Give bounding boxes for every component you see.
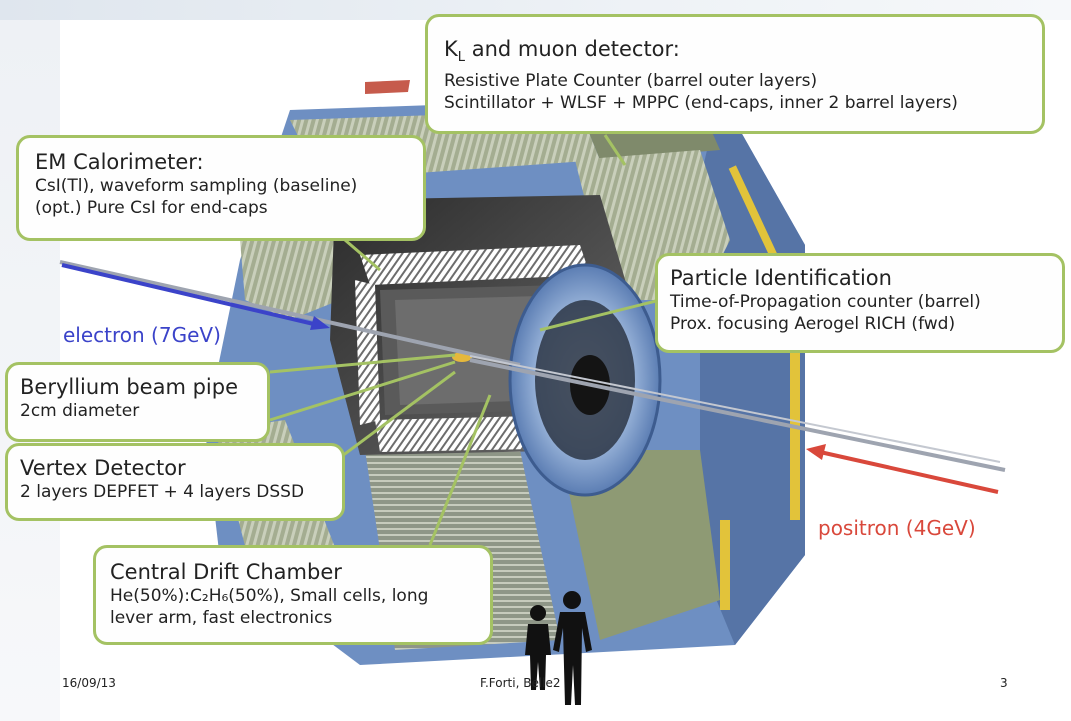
callout-ecl-title: EM Calorimeter:	[35, 150, 204, 174]
callout-cdc-title: Central Drift Chamber	[110, 560, 342, 584]
callout-klm-line-2: Scintillator + WLSF + MPPC (end-caps, in…	[444, 93, 958, 114]
callout-cdc: Central Drift Chamber He(50%):C₂H₆(50%),…	[93, 545, 493, 645]
positron-label: positron (4GeV)	[818, 516, 976, 540]
callout-klm-line-1: Resistive Plate Counter (barrel outer la…	[444, 71, 818, 92]
callout-pid: Particle Identification Time-of-Propagat…	[655, 253, 1065, 353]
callout-vertex-title: Vertex Detector	[20, 456, 186, 480]
callout-beampipe: Beryllium beam pipe 2cm diameter	[5, 362, 270, 442]
callout-pid-line-2: Prox. focusing Aerogel RICH (fwd)	[670, 314, 956, 334]
callout-cdc-line-2: lever arm, fast electronics	[110, 608, 333, 628]
callout-beampipe-line-1: 2cm diameter	[20, 401, 140, 421]
kl-title-rest: and muon detector:	[465, 37, 680, 61]
callout-vertex-line-1: 2 layers DEPFET + 4 layers DSSD	[20, 482, 305, 502]
callout-vertex: Vertex Detector 2 layers DEPFET + 4 laye…	[5, 443, 345, 521]
callout-klm-title: KL and muon detector:	[444, 37, 1042, 70]
kl-symbol: K	[444, 37, 458, 61]
footer-page-number: 3	[1000, 676, 1008, 690]
callout-beampipe-title: Beryllium beam pipe	[20, 375, 238, 399]
yoke-side-panel	[700, 95, 805, 645]
top-detail	[365, 80, 410, 94]
positron-arrowhead	[806, 444, 826, 460]
callout-ecl: EM Calorimeter: CsI(Tl), waveform sampli…	[16, 135, 426, 241]
support-rail	[720, 520, 730, 610]
callout-pid-line-1: Time-of-Propagation counter (barrel)	[670, 292, 981, 312]
callout-cdc-line-1: He(50%):C₂H₆(50%), Small cells, long	[110, 586, 429, 606]
footer-author: F.Forti, Belle2	[480, 676, 561, 690]
electron-label: electron (7GeV)	[63, 323, 221, 347]
positron-arrow	[819, 450, 999, 494]
callout-klm: KL and muon detector: Resistive Plate Co…	[425, 14, 1045, 134]
callout-ecl-line-1: CsI(Tl), waveform sampling (baseline)	[35, 176, 358, 196]
kl-subscript: L	[457, 50, 466, 66]
callout-pid-title: Particle Identification	[670, 266, 892, 290]
callout-ecl-line-2: (opt.) Pure CsI for end-caps	[35, 198, 268, 218]
footer-date: 16/09/13	[62, 676, 116, 690]
